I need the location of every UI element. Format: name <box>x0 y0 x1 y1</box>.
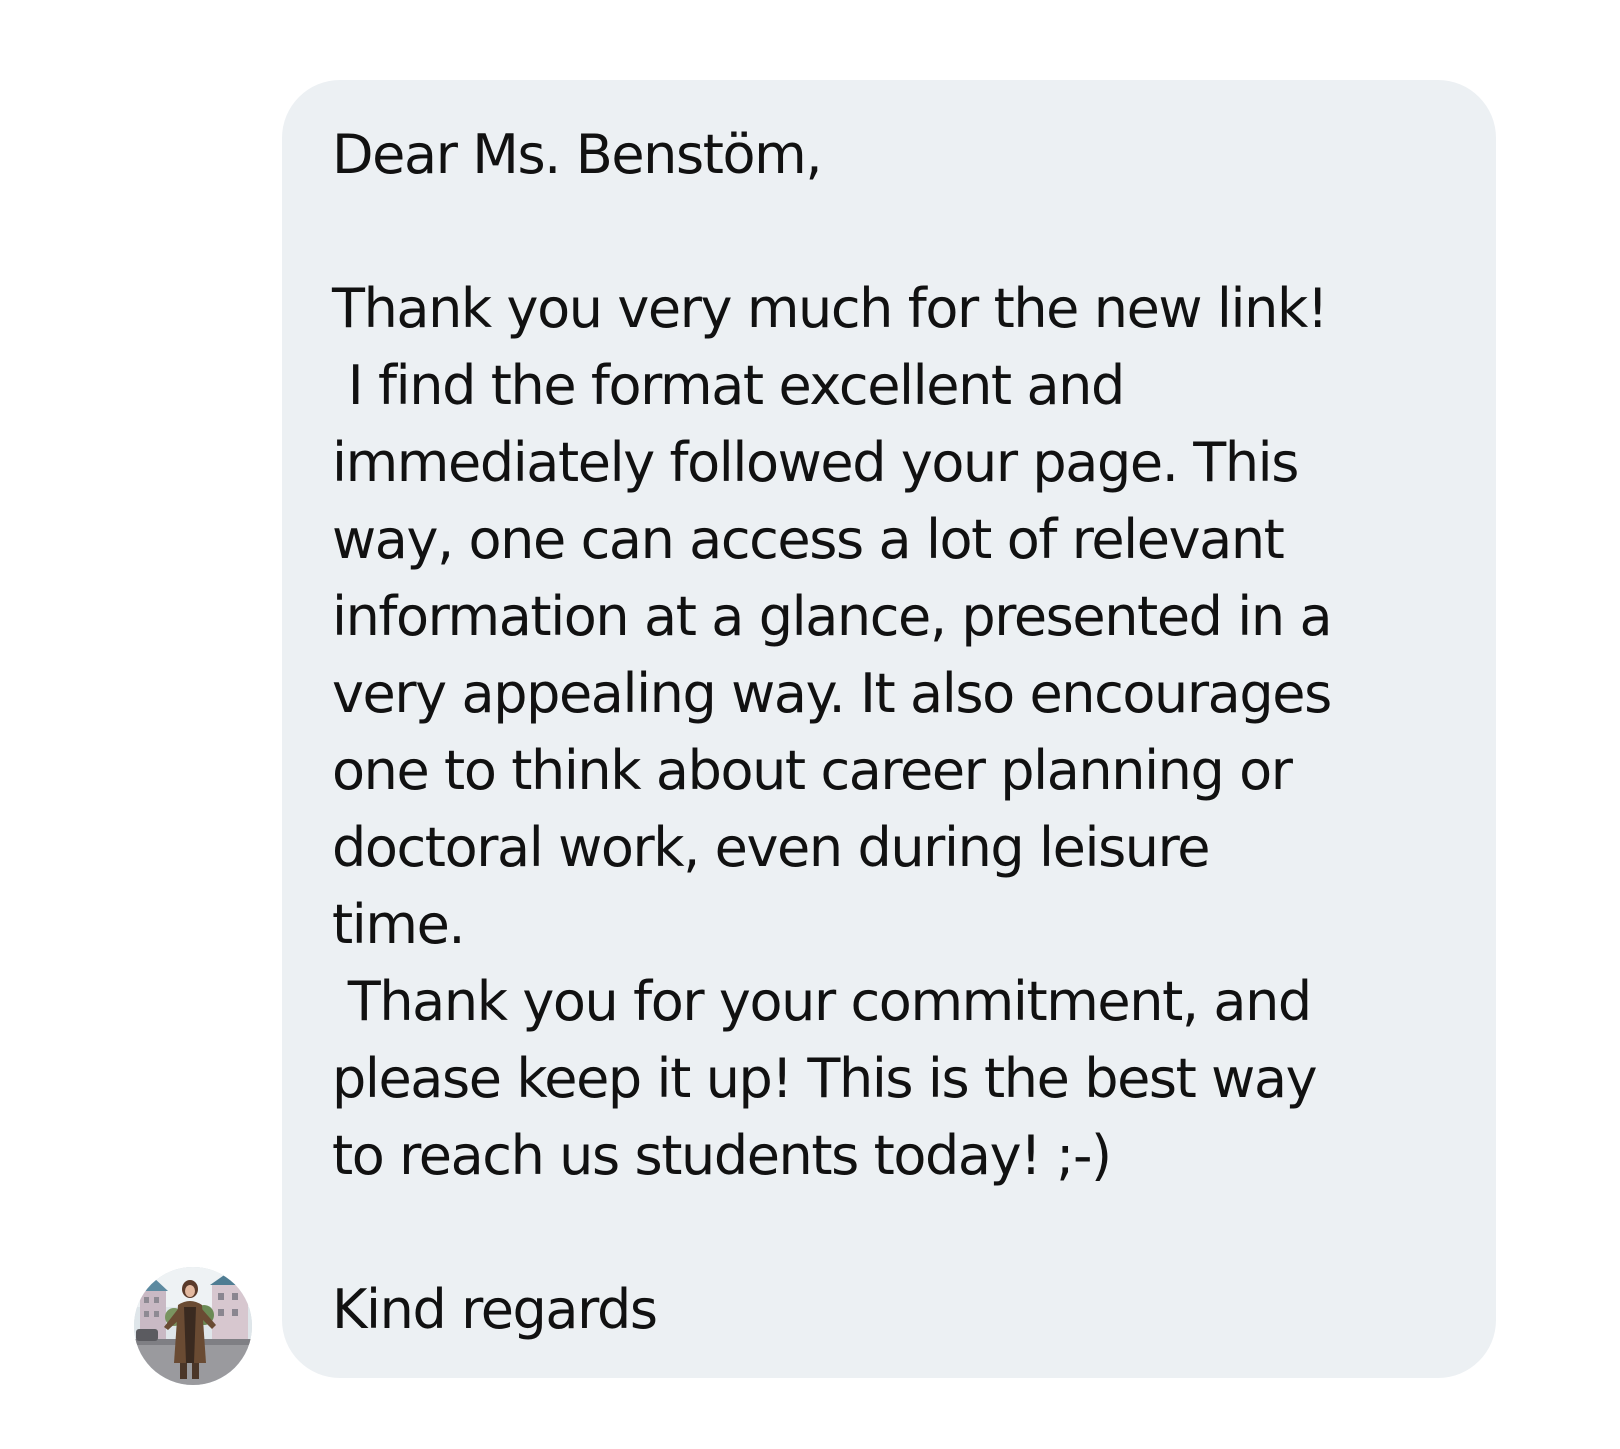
message-line <box>332 193 1466 270</box>
message-line <box>332 1194 1466 1271</box>
sender-avatar[interactable] <box>134 1267 252 1385</box>
message-line: one to think about career planning or <box>332 739 1293 802</box>
message-row: Dear Ms. Benstöm, Thank you very much fo… <box>0 0 1620 1449</box>
chat-thread: Dear Ms. Benstöm, Thank you very much fo… <box>0 0 1620 1449</box>
message-bubble[interactable]: Dear Ms. Benstöm, Thank you very much fo… <box>282 80 1496 1378</box>
profile-photo-icon <box>134 1267 252 1385</box>
message-line: information at a glance, presented in a <box>332 585 1333 648</box>
message-line: immediately followed your page. This <box>332 431 1299 494</box>
message-line: Kind regards <box>332 1278 658 1341</box>
message-line: I find the format excellent and <box>332 354 1125 417</box>
message-line: Thank you very much for the new link! <box>332 277 1328 340</box>
message-line: time. <box>332 893 466 956</box>
message-text: Dear Ms. Benstöm, Thank you very much fo… <box>332 116 1466 1348</box>
message-line: Dear Ms. Benstöm, <box>332 123 823 186</box>
message-line: to reach us students today! ;-) <box>332 1124 1112 1187</box>
message-line: very appealing way. It also encourages <box>332 662 1332 725</box>
message-line: please keep it up! This is the best way <box>332 1047 1318 1110</box>
message-line: Thank you for your commitment, and <box>332 970 1312 1033</box>
message-line: doctoral work, even during leisure <box>332 816 1210 879</box>
message-line: way, one can access a lot of relevant <box>332 508 1285 571</box>
